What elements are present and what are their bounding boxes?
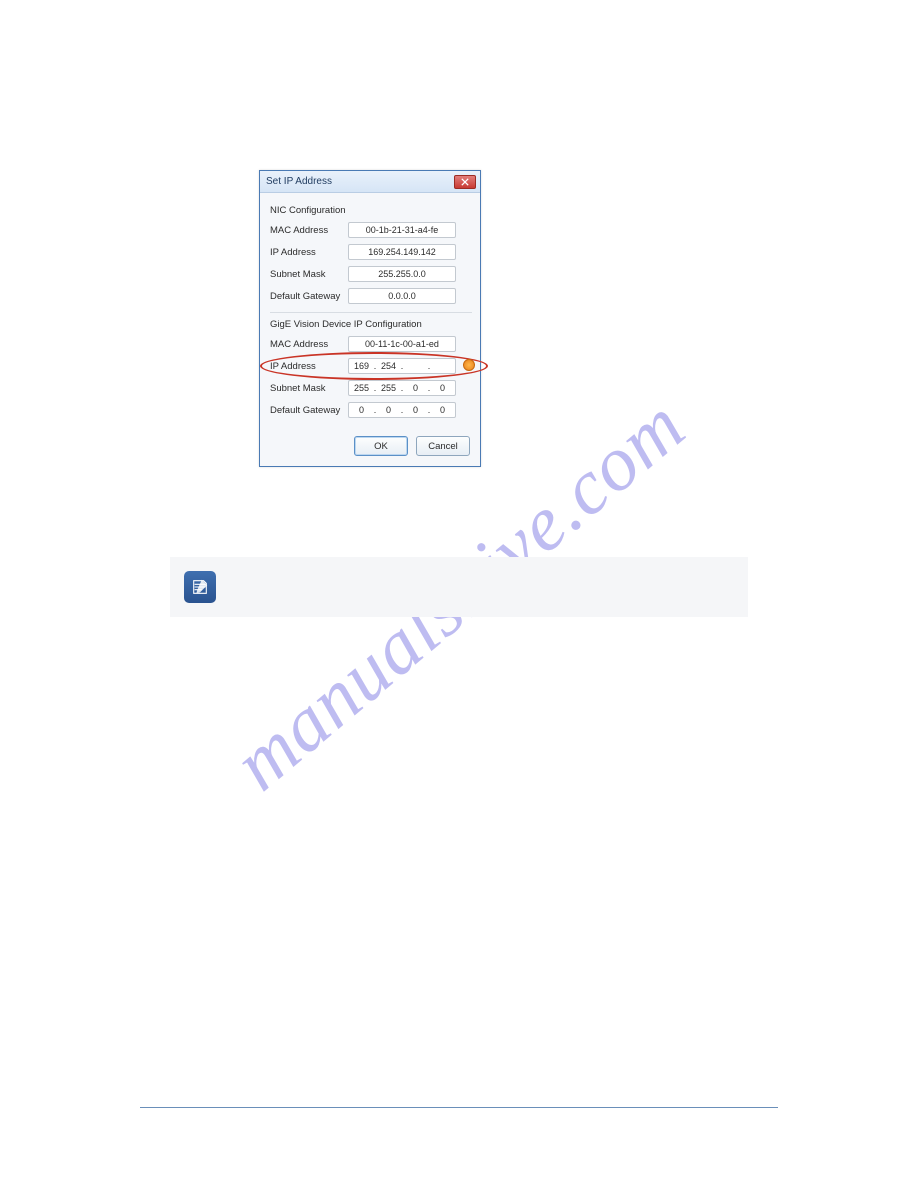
device-gateway-row: Default Gateway 0 . 0 . 0 . 0	[270, 402, 472, 418]
nic-gateway-row: Default Gateway 0.0.0.0	[270, 288, 472, 304]
cancel-button[interactable]: Cancel	[416, 436, 470, 456]
nic-mac-row: MAC Address 00-1b-21-31-a4-fe	[270, 222, 472, 238]
section-divider	[270, 312, 472, 313]
device-gateway-label: Default Gateway	[270, 405, 348, 416]
note-icon	[184, 571, 216, 603]
nic-ip-row: IP Address 169.254.149.142	[270, 244, 472, 260]
subnet-octet-1[interactable]: 255	[351, 383, 372, 393]
device-ip-row: IP Address 169 . 254 . .	[270, 358, 472, 374]
device-ip-label: IP Address	[270, 361, 348, 372]
subnet-octet-2[interactable]: 255	[378, 383, 399, 393]
subnet-octet-3[interactable]: 0	[405, 383, 426, 393]
nic-ip-value: 169.254.149.142	[348, 244, 456, 260]
nic-section-title: NIC Configuration	[270, 205, 472, 216]
nic-ip-label: IP Address	[270, 247, 348, 258]
nic-subnet-value: 255.255.0.0	[348, 266, 456, 282]
gw-octet-4[interactable]: 0	[432, 405, 453, 415]
gw-octet-3[interactable]: 0	[405, 405, 426, 415]
device-mac-row: MAC Address 00-11-1c-00-a1-ed	[270, 336, 472, 352]
device-subnet-input[interactable]: 255 . 255 . 0 . 0	[348, 380, 456, 396]
device-mac-value: 00-11-1c-00-a1-ed	[348, 336, 456, 352]
ip-octet-2[interactable]: 254	[378, 361, 399, 371]
page-content: Set IP Address NIC Configuration MAC Add…	[0, 0, 918, 617]
footer-rule	[140, 1107, 778, 1108]
nic-subnet-label: Subnet Mask	[270, 269, 348, 280]
device-gateway-input[interactable]: 0 . 0 . 0 . 0	[348, 402, 456, 418]
ok-button[interactable]: OK	[354, 436, 408, 456]
gw-octet-1[interactable]: 0	[351, 405, 372, 415]
device-mac-label: MAC Address	[270, 339, 348, 350]
subnet-octet-4[interactable]: 0	[432, 383, 453, 393]
ip-octet-1[interactable]: 169	[351, 361, 372, 371]
dialog-titlebar: Set IP Address	[260, 171, 480, 193]
device-section-title: GigE Vision Device IP Configuration	[270, 319, 472, 330]
device-subnet-label: Subnet Mask	[270, 383, 348, 394]
nic-subnet-row: Subnet Mask 255.255.0.0	[270, 266, 472, 282]
nic-gateway-label: Default Gateway	[270, 291, 348, 302]
nic-mac-value: 00-1b-21-31-a4-fe	[348, 222, 456, 238]
note-box	[170, 557, 748, 617]
close-button[interactable]	[454, 175, 476, 189]
dialog-set-ip: Set IP Address NIC Configuration MAC Add…	[259, 170, 481, 467]
dialog-title: Set IP Address	[266, 176, 332, 187]
dialog-button-row: OK Cancel	[270, 436, 472, 456]
nic-mac-label: MAC Address	[270, 225, 348, 236]
close-icon	[461, 178, 469, 186]
nic-gateway-value: 0.0.0.0	[348, 288, 456, 304]
dialog-body: NIC Configuration MAC Address 00-1b-21-3…	[260, 193, 480, 466]
device-subnet-row: Subnet Mask 255 . 255 . 0 . 0	[270, 380, 472, 396]
device-ip-input[interactable]: 169 . 254 . .	[348, 358, 456, 374]
gw-octet-2[interactable]: 0	[378, 405, 399, 415]
warning-icon	[463, 359, 475, 371]
